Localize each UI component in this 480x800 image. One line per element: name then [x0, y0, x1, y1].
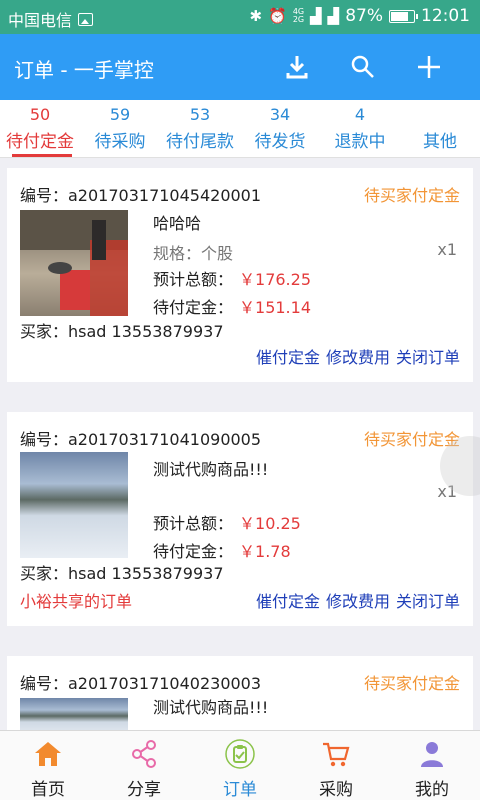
cart-icon: [323, 742, 350, 767]
app-bar: 订单 - 一手掌控: [0, 34, 480, 100]
buyer-info: 买家：hsad 13553879937: [20, 322, 224, 341]
deposit-price: ￥1.78: [239, 542, 291, 561]
product-name: 测试代购商品!!!: [153, 698, 269, 717]
nav-share[interactable]: 分享: [96, 731, 192, 800]
order-number: 编号：a201703171040230003: [20, 674, 262, 693]
total-price: ￥176.25: [239, 270, 312, 289]
order-status: 待买家付定金: [363, 186, 460, 205]
nav-orders[interactable]: 订单: [192, 731, 288, 800]
tab-label: 退款中: [334, 132, 386, 152]
tab-count: 59: [109, 105, 131, 124]
carrier-label: 中国电信: [8, 11, 73, 30]
product-thumbnail[interactable]: [20, 452, 128, 558]
download-icon: [286, 56, 308, 79]
product-thumbnail[interactable]: [20, 210, 128, 316]
order-actions: 催付定金 修改费用 关闭订单: [256, 588, 460, 612]
nav-purchase[interactable]: 采购: [288, 731, 384, 800]
tab-other[interactable]: 其他: [400, 100, 480, 157]
order-icon: [225, 739, 255, 769]
deposit-due: 待付定金： ￥1.78: [153, 542, 291, 561]
remind-deposit-button[interactable]: 催付定金: [256, 588, 320, 612]
alarm-icon: ⏰: [268, 7, 287, 25]
product-thumbnail[interactable]: [20, 698, 128, 730]
nav-home[interactable]: 首页: [0, 731, 96, 800]
tab-count: 34: [269, 105, 291, 124]
network-type-icon: 4G 2G: [292, 7, 305, 24]
order-status-tabs: 50 待付定金 59 待采购 53 待付尾款 34 待发货 4 退款中 其他: [0, 100, 480, 158]
shared-order-label: 小裕共享的订单: [20, 592, 133, 611]
nav-label: 我的: [415, 780, 449, 800]
product-spec: 规格：个股: [153, 244, 234, 263]
order-number: 编号：a201703171045420001: [20, 186, 262, 205]
order-card[interactable]: 编号：a201703171041090005 待买家付定金 测试代购商品!!! …: [7, 412, 473, 626]
product-name: 测试代购商品!!!: [153, 460, 269, 479]
estimated-total: 预计总额： ￥10.25: [153, 514, 301, 533]
order-number: 编号：a201703171041090005: [20, 430, 262, 449]
battery-icon: [389, 9, 418, 23]
page-title: 订单 - 一手掌控: [14, 58, 154, 82]
signal-2-icon: ▟: [327, 7, 340, 25]
tab-count: [400, 105, 480, 123]
bluetooth-icon: ✱: [249, 7, 263, 25]
image-notification-icon: [78, 12, 94, 26]
modify-fee-button[interactable]: 修改费用: [326, 588, 390, 612]
tab-count: 50: [29, 105, 51, 124]
remind-deposit-button[interactable]: 催付定金: [256, 344, 320, 368]
signal-icon: ▟: [310, 7, 322, 25]
deposit-due: 待付定金： ￥151.14: [153, 298, 312, 317]
product-quantity: x1: [437, 240, 457, 259]
tab-refunding[interactable]: 4 退款中: [320, 100, 400, 157]
order-card[interactable]: 编号：a201703171040230003 待买家付定金 测试代购商品!!!: [7, 656, 473, 730]
nav-label: 采购: [319, 780, 353, 800]
close-order-button[interactable]: 关闭订单: [396, 588, 460, 612]
estimated-total: 预计总额： ￥176.25: [153, 270, 312, 289]
tab-pending-balance[interactable]: 53 待付尾款: [160, 100, 240, 157]
bottom-navigation: 首页 分享 订单 采购 我的: [0, 730, 480, 800]
add-button[interactable]: [412, 50, 446, 84]
product-name: 哈哈哈: [153, 214, 202, 233]
tab-label: 待采购: [94, 132, 146, 152]
tab-pending-shipment[interactable]: 34 待发货: [240, 100, 320, 157]
total-price: ￥10.25: [239, 514, 301, 533]
tab-label: 待付定金: [6, 132, 74, 152]
order-actions: 催付定金 修改费用 关闭订单: [256, 344, 460, 368]
deposit-price: ￥151.14: [239, 298, 312, 317]
tab-pending-purchase[interactable]: 59 待采购: [80, 100, 160, 157]
buyer-info: 买家：hsad 13553879937: [20, 564, 224, 583]
tab-count: 4: [354, 105, 366, 124]
nav-me[interactable]: 我的: [384, 731, 480, 800]
nav-label: 分享: [127, 780, 161, 800]
tab-label: 待付尾款: [166, 132, 234, 152]
tab-pending-deposit[interactable]: 50 待付定金: [0, 100, 80, 157]
clock: 12:01: [421, 6, 470, 26]
share-icon: [132, 740, 156, 768]
nav-label: 订单: [223, 780, 257, 800]
user-icon: [421, 742, 443, 767]
search-button[interactable]: [346, 50, 380, 84]
tab-count: 53: [189, 105, 211, 124]
plus-icon: [418, 56, 440, 78]
search-icon: [351, 55, 374, 78]
tab-label: 其他: [423, 132, 457, 152]
download-button[interactable]: [280, 50, 314, 84]
order-card[interactable]: 编号：a201703171045420001 待买家付定金 哈哈哈 规格：个股 …: [7, 168, 473, 382]
order-status: 待买家付定金: [363, 674, 460, 693]
status-bar: 中国电信 ✱ ⏰ 4G 2G ▟ ▟ 87% 12:01: [0, 0, 480, 34]
nav-label: 首页: [31, 780, 65, 800]
battery-percent: 87%: [345, 6, 383, 26]
modify-fee-button[interactable]: 修改费用: [326, 344, 390, 368]
tab-label: 待发货: [254, 132, 306, 152]
home-icon: [35, 742, 61, 766]
close-order-button[interactable]: 关闭订单: [396, 344, 460, 368]
